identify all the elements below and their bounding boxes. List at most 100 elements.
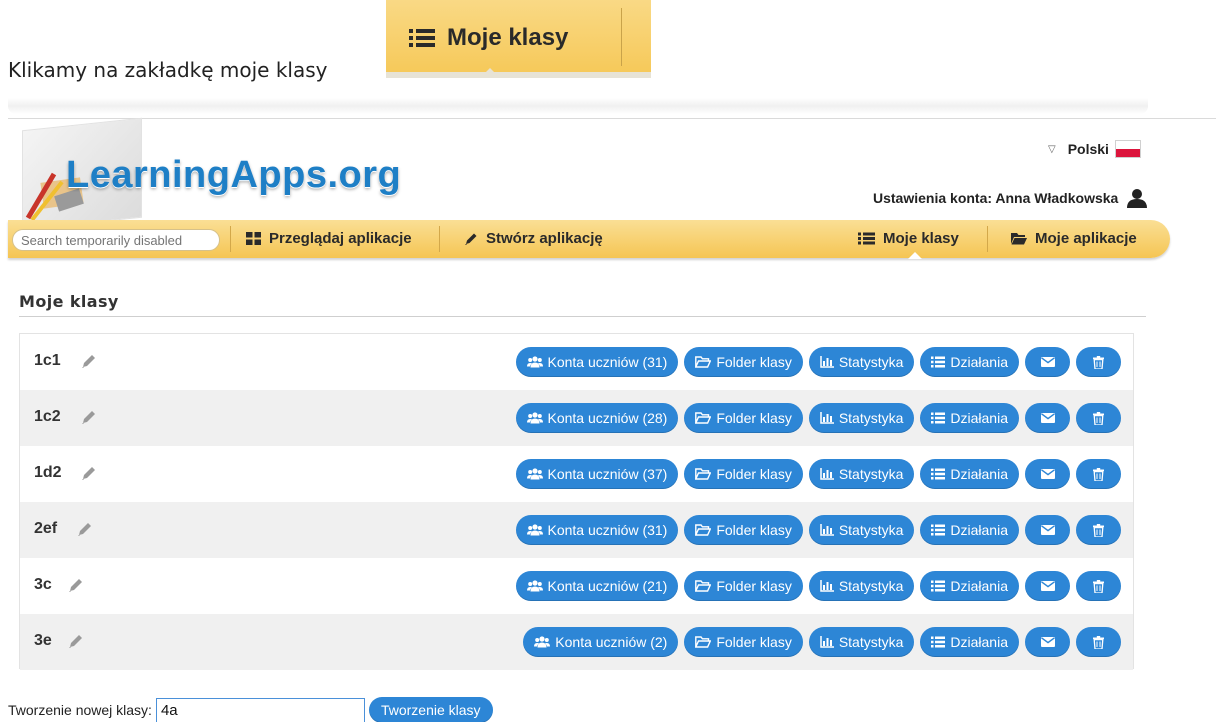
folder-open-icon bbox=[695, 580, 712, 592]
student-accounts-button[interactable]: Konta uczniów (28) bbox=[515, 403, 679, 433]
nav-separator bbox=[439, 226, 440, 252]
pencil-icon[interactable] bbox=[68, 577, 84, 593]
message-button[interactable] bbox=[1025, 515, 1070, 545]
class-folder-button[interactable]: Folder klasy bbox=[684, 459, 803, 489]
pencil-icon bbox=[465, 233, 477, 245]
message-button[interactable] bbox=[1025, 403, 1070, 433]
bar-chart-icon bbox=[820, 356, 834, 368]
pencil-icon[interactable] bbox=[68, 633, 84, 649]
message-button[interactable] bbox=[1025, 571, 1070, 601]
class-folder-button[interactable]: Folder klasy bbox=[684, 571, 803, 601]
language-selector[interactable]: ▽ Polski bbox=[1048, 140, 1141, 158]
class-row: 3e Konta uczniów (2) Folder klasy Statys… bbox=[20, 614, 1133, 670]
envelope-icon bbox=[1040, 469, 1055, 479]
class-row: 1c2 Konta uczniów (28) Folder klasy Stat… bbox=[20, 390, 1133, 446]
trash-icon bbox=[1093, 579, 1104, 593]
activities-button[interactable]: Działania bbox=[920, 515, 1019, 545]
activities-button[interactable]: Działania bbox=[920, 627, 1019, 657]
class-folder-label: Folder klasy bbox=[716, 410, 792, 426]
users-icon bbox=[526, 524, 543, 536]
student-accounts-button[interactable]: Konta uczniów (31) bbox=[515, 515, 679, 545]
delete-button[interactable] bbox=[1076, 403, 1121, 433]
student-accounts-button[interactable]: Konta uczniów (37) bbox=[515, 459, 679, 489]
crop-tab-label: Moje klasy bbox=[447, 24, 569, 51]
list-icon bbox=[931, 412, 946, 424]
activities-button[interactable]: Działania bbox=[920, 347, 1019, 377]
pencil-icon[interactable] bbox=[81, 465, 97, 481]
account-label: Ustawienia konta: Anna Władkowska bbox=[873, 190, 1119, 206]
message-button[interactable] bbox=[1025, 347, 1070, 377]
delete-button[interactable] bbox=[1076, 459, 1121, 489]
delete-button[interactable] bbox=[1076, 571, 1121, 601]
class-folder-label: Folder klasy bbox=[716, 634, 792, 650]
statistics-button[interactable]: Statystyka bbox=[808, 347, 915, 377]
intro-text: Klikamy na zakładkę moje klasy bbox=[8, 58, 328, 82]
class-actions: Konta uczniów (37) Folder klasy Statysty… bbox=[515, 459, 1121, 489]
activities-button[interactable]: Działania bbox=[920, 459, 1019, 489]
class-folder-button[interactable]: Folder klasy bbox=[684, 515, 803, 545]
pencil-icon[interactable] bbox=[81, 409, 97, 425]
class-actions: Konta uczniów (21) Folder klasy Statysty… bbox=[515, 571, 1121, 601]
crop-line bbox=[8, 118, 1216, 119]
activities-label: Działania bbox=[950, 466, 1008, 482]
nav-my-apps[interactable]: Moje aplikacje bbox=[1011, 230, 1137, 247]
activities-label: Działania bbox=[950, 410, 1008, 426]
create-class-button[interactable]: Tworzenie klasy bbox=[368, 697, 493, 722]
new-class-name-input[interactable] bbox=[155, 697, 365, 722]
class-folder-button[interactable]: Folder klasy bbox=[684, 347, 803, 377]
nav-my-classes[interactable]: Moje klasy bbox=[858, 230, 959, 247]
nav-my-apps-label: Moje aplikacje bbox=[1035, 230, 1137, 247]
delete-button[interactable] bbox=[1076, 627, 1121, 657]
poland-flag-icon bbox=[1114, 140, 1141, 158]
delete-button[interactable] bbox=[1076, 347, 1121, 377]
student-accounts-button[interactable]: Konta uczniów (21) bbox=[515, 571, 679, 601]
message-button[interactable] bbox=[1025, 459, 1070, 489]
nav-browse-apps[interactable]: Przeglądaj aplikacje bbox=[246, 230, 412, 247]
student-accounts-label: Konta uczniów (28) bbox=[547, 410, 668, 426]
message-button[interactable] bbox=[1025, 627, 1070, 657]
main-nav: Przeglądaj aplikacje Stwórz aplikację Mo… bbox=[8, 220, 1170, 259]
student-accounts-button[interactable]: Konta uczniów (31) bbox=[515, 347, 679, 377]
class-actions: Konta uczniów (2) Folder klasy Statystyk… bbox=[523, 627, 1121, 657]
class-list: 1c1 Konta uczniów (31) Folder klasy Stat… bbox=[19, 333, 1134, 670]
nav-create-app[interactable]: Stwórz aplikację bbox=[464, 230, 603, 247]
user-icon bbox=[1127, 189, 1148, 208]
class-row: 1d2 Konta uczniów (37) Folder klasy Stat… bbox=[20, 446, 1133, 502]
folder-icon bbox=[1011, 233, 1027, 245]
search-input[interactable] bbox=[12, 229, 220, 251]
trash-icon bbox=[1093, 411, 1104, 425]
pencil-icon[interactable] bbox=[81, 353, 97, 369]
bar-chart-icon bbox=[820, 412, 834, 424]
page-title: Moje klasy bbox=[19, 292, 119, 311]
activities-label: Działania bbox=[950, 354, 1008, 370]
folder-open-icon bbox=[695, 356, 712, 368]
statistics-button[interactable]: Statystyka bbox=[808, 627, 915, 657]
statistics-button[interactable]: Statystyka bbox=[808, 515, 915, 545]
logo[interactable]: LearningApps.org bbox=[12, 117, 401, 231]
class-folder-button[interactable]: Folder klasy bbox=[684, 627, 803, 657]
account-settings-link[interactable]: Ustawienia konta: Anna Władkowska bbox=[873, 188, 1148, 208]
activities-button[interactable]: Działania bbox=[920, 403, 1019, 433]
student-accounts-button[interactable]: Konta uczniów (2) bbox=[523, 627, 679, 657]
activities-label: Działania bbox=[950, 578, 1008, 594]
activities-button[interactable]: Działania bbox=[920, 571, 1019, 601]
delete-button[interactable] bbox=[1076, 515, 1121, 545]
grid-icon bbox=[246, 232, 261, 245]
logo-text: LearningApps.org bbox=[66, 154, 402, 196]
users-icon bbox=[526, 468, 543, 480]
statistics-button[interactable]: Statystyka bbox=[808, 571, 915, 601]
statistics-label: Statystyka bbox=[838, 354, 904, 370]
bar-chart-icon bbox=[820, 468, 834, 480]
pencil-icon[interactable] bbox=[77, 521, 93, 537]
statistics-button[interactable]: Statystyka bbox=[808, 459, 915, 489]
envelope-icon bbox=[1040, 581, 1055, 591]
statistics-button[interactable]: Statystyka bbox=[808, 403, 915, 433]
class-folder-button[interactable]: Folder klasy bbox=[684, 403, 803, 433]
triangle-down-icon: ▽ bbox=[1048, 143, 1056, 155]
student-accounts-label: Konta uczniów (31) bbox=[547, 354, 668, 370]
users-icon bbox=[526, 580, 543, 592]
class-name: 2ef bbox=[34, 520, 58, 537]
folder-open-icon bbox=[695, 412, 712, 424]
nav-browse-label: Przeglądaj aplikacje bbox=[269, 230, 412, 247]
list-icon bbox=[931, 636, 946, 648]
